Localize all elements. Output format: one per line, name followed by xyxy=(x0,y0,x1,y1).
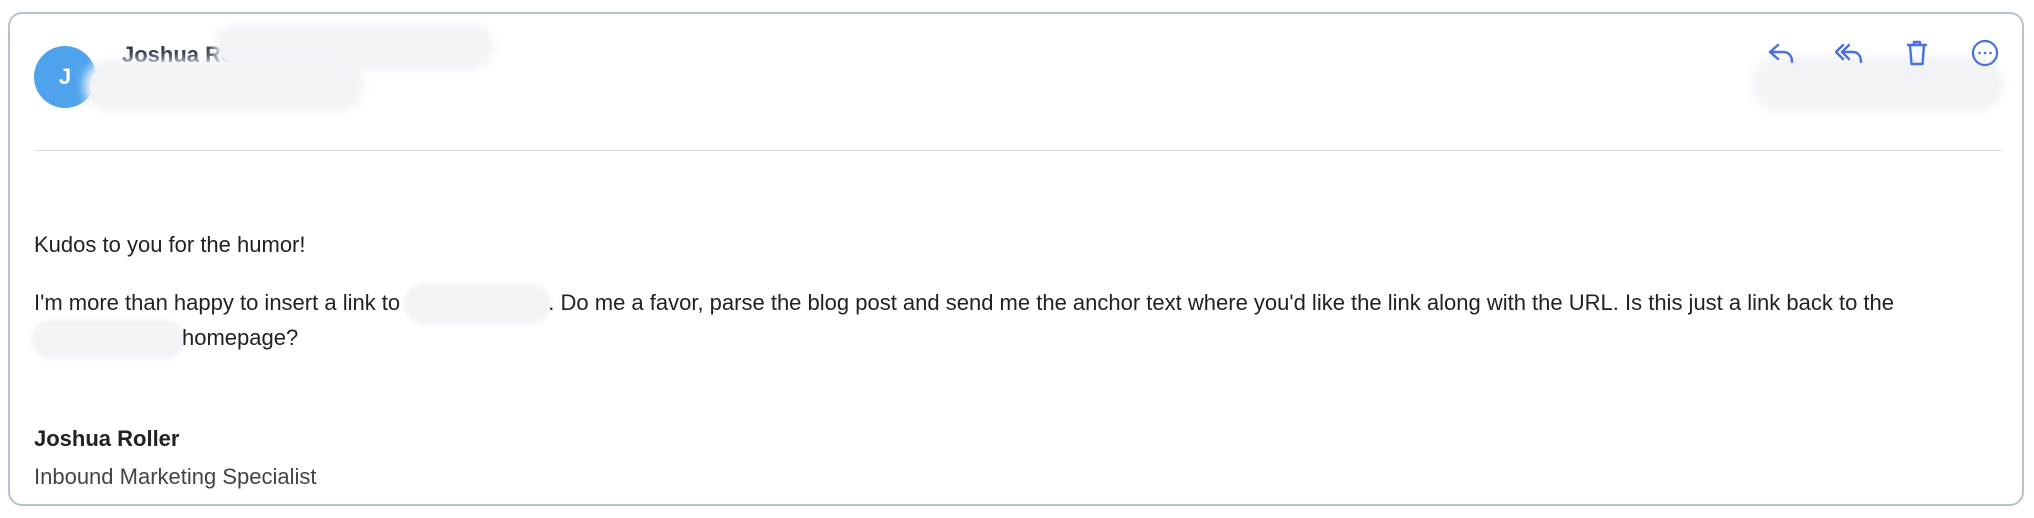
message-body: Kudos to you for the humor! I'm more tha… xyxy=(34,228,1994,357)
reply-all-icon xyxy=(1834,43,1863,64)
redacted-recipients xyxy=(90,66,358,106)
trash-icon xyxy=(1906,40,1928,66)
email-card: J Joshua Roller Kudos to you for the hum… xyxy=(8,12,2024,506)
header-divider xyxy=(34,150,2002,151)
redacted-site-name xyxy=(406,287,549,322)
signature: Joshua Roller Inbound Marketing Speciali… xyxy=(34,420,317,496)
reply-button[interactable] xyxy=(1764,36,1798,70)
message-text-part-1: I'm more than happy to insert a link to xyxy=(34,290,407,315)
signature-title: Inbound Marketing Specialist xyxy=(34,464,317,489)
reply-icon xyxy=(1768,43,1794,64)
message-text-part-3: homepage? xyxy=(182,325,299,351)
reply-all-button[interactable] xyxy=(1832,36,1866,70)
redacted-site-name-2 xyxy=(34,322,182,357)
delete-button[interactable] xyxy=(1900,36,1934,70)
redacted-sender-email xyxy=(220,30,488,64)
avatar[interactable]: J xyxy=(34,46,96,108)
more-icon xyxy=(1971,39,1999,67)
signature-name: Joshua Roller xyxy=(34,426,180,451)
message-paragraph: I'm more than happy to insert a link to … xyxy=(34,286,1994,357)
message-text-part-2: . Do me a favor, parse the blog post and… xyxy=(548,290,1894,315)
message-toolbar xyxy=(1764,36,2002,70)
message-greeting: Kudos to you for the humor! xyxy=(34,232,306,257)
more-options-button[interactable] xyxy=(1968,36,2002,70)
